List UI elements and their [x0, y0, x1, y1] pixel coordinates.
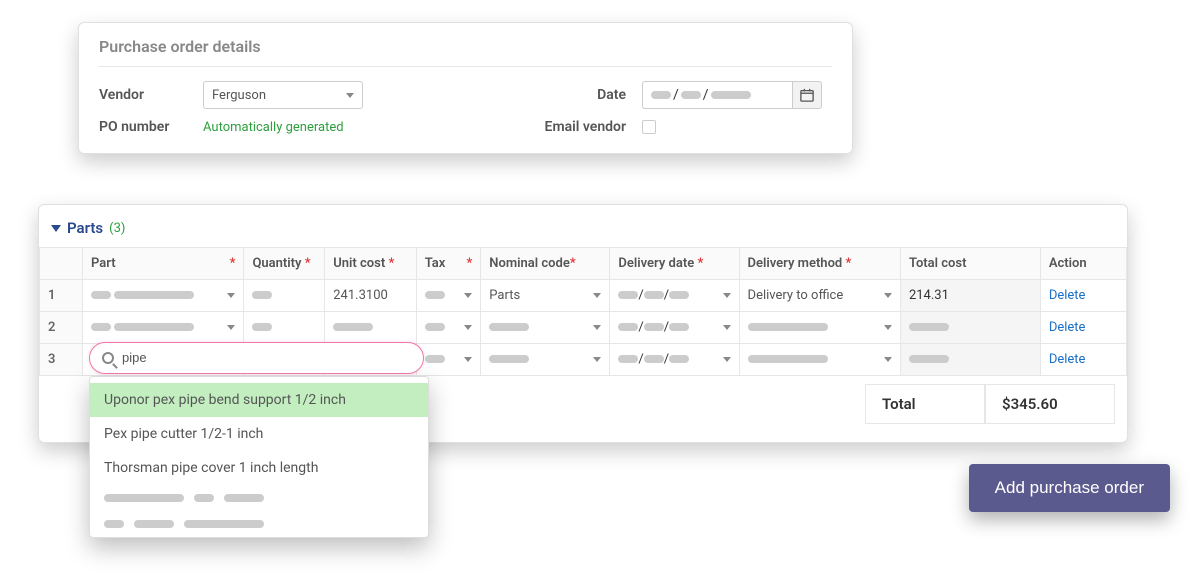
chevron-down-icon: [51, 225, 61, 232]
part-cell[interactable]: [83, 312, 244, 344]
chevron-down-icon: [723, 293, 731, 298]
nominal-cell[interactable]: [481, 312, 610, 344]
nominal-cell[interactable]: Parts: [481, 280, 610, 312]
th-total: Total cost: [909, 256, 967, 271]
row-number: 2: [40, 312, 83, 344]
th-nominal: Nominal code: [489, 256, 570, 271]
tax-cell[interactable]: [416, 280, 481, 312]
chevron-down-icon: [593, 293, 601, 298]
row-number: 1: [40, 280, 83, 312]
chevron-down-icon: [723, 357, 731, 362]
delete-link[interactable]: Delete: [1049, 320, 1086, 335]
vendor-label: Vendor: [99, 87, 203, 103]
chevron-down-icon: [227, 293, 235, 298]
dropdown-item[interactable]: Pex pipe cutter 1/2-1 inch: [90, 417, 428, 451]
delivery-date-cell[interactable]: //: [610, 280, 739, 312]
parts-card: Parts (3) Part * Quantity * Unit cost * …: [38, 204, 1128, 443]
divider: [99, 66, 832, 67]
qty-cell[interactable]: [244, 312, 325, 344]
delivery-method-cell[interactable]: [739, 344, 900, 376]
chevron-down-icon: [723, 325, 731, 330]
qty-cell[interactable]: [244, 280, 325, 312]
purchase-order-details-card: Purchase order details Vendor Ferguson D…: [78, 22, 853, 154]
delete-link[interactable]: Delete: [1049, 352, 1086, 367]
po-label: PO number: [99, 119, 203, 135]
calendar-icon: [800, 88, 814, 102]
tax-cell[interactable]: [416, 312, 481, 344]
search-icon: [102, 352, 114, 364]
dropdown-item[interactable]: Thorsman pipe cover 1 inch length: [90, 451, 428, 485]
dropdown-item[interactable]: Uponor pex pipe bend support 1/2 inch: [90, 383, 428, 417]
total-label: Total: [865, 384, 985, 424]
table-row: 2 // Delete: [40, 312, 1127, 344]
row-number: 3: [40, 344, 83, 376]
chevron-down-icon: [346, 93, 354, 98]
date-label: Date: [532, 87, 642, 103]
details-row-vendor: Vendor Ferguson Date / /: [99, 81, 832, 109]
nominal-cell[interactable]: [481, 344, 610, 376]
delivery-date-cell[interactable]: //: [610, 344, 739, 376]
th-delm: Delivery method: [748, 256, 843, 271]
date-picker-button[interactable]: [792, 81, 822, 109]
chevron-down-icon: [884, 357, 892, 362]
part-cell[interactable]: [83, 280, 244, 312]
part-search-field[interactable]: [89, 342, 424, 374]
chevron-down-icon: [464, 293, 472, 298]
parts-count: (3): [109, 221, 125, 236]
delete-link[interactable]: Delete: [1049, 288, 1086, 303]
table-header-row: Part * Quantity * Unit cost * Tax * Nomi…: [40, 248, 1127, 280]
total-value: $345.60: [985, 384, 1115, 424]
delivery-method-cell[interactable]: [739, 312, 900, 344]
th-qty: Quantity: [252, 256, 301, 271]
parts-table: Part * Quantity * Unit cost * Tax * Nomi…: [39, 247, 1127, 376]
details-title: Purchase order details: [99, 37, 832, 56]
tax-cell[interactable]: [416, 344, 481, 376]
total-cost-cell: [900, 344, 1040, 376]
th-unit: Unit cost: [333, 256, 385, 271]
total-cost-cell: 214.31: [900, 280, 1040, 312]
email-vendor-checkbox[interactable]: [642, 120, 656, 134]
delivery-method-cell[interactable]: Delivery to office: [739, 280, 900, 312]
unit-cost-cell[interactable]: [325, 312, 416, 344]
total-cost-cell: [900, 312, 1040, 344]
chevron-down-icon: [593, 357, 601, 362]
th-tax: Tax: [425, 256, 446, 271]
part-search-dropdown: Uponor pex pipe bend support 1/2 inch Pe…: [89, 376, 429, 538]
date-field[interactable]: / /: [642, 81, 792, 109]
part-cell[interactable]: Uponor pex pipe bend support 1/2 inch Pe…: [83, 344, 244, 376]
th-part: Part: [91, 256, 116, 271]
th-action: Action: [1049, 256, 1087, 271]
parts-title: Parts: [67, 219, 103, 237]
dropdown-item[interactable]: [90, 485, 428, 511]
dropdown-item[interactable]: [90, 511, 428, 537]
add-purchase-order-button[interactable]: Add purchase order: [969, 464, 1170, 512]
part-search-input[interactable]: [122, 350, 411, 365]
table-row: 1 241.3100 Parts // Delivery to office 2…: [40, 280, 1127, 312]
date-input-group: / /: [642, 81, 822, 109]
chevron-down-icon: [593, 325, 601, 330]
po-value: Automatically generated: [203, 120, 344, 135]
table-row: 3 Uponor pex pipe bend support 1/2 inch …: [40, 344, 1127, 376]
th-deld: Delivery date: [618, 256, 694, 271]
vendor-select[interactable]: Ferguson: [203, 81, 363, 109]
chevron-down-icon: [884, 325, 892, 330]
details-row-po: PO number Automatically generated Email …: [99, 119, 832, 135]
vendor-value: Ferguson: [212, 88, 266, 103]
chevron-down-icon: [464, 357, 472, 362]
delivery-date-cell[interactable]: //: [610, 312, 739, 344]
email-vendor-label: Email vendor: [532, 119, 642, 135]
chevron-down-icon: [464, 325, 472, 330]
parts-section-header[interactable]: Parts (3): [39, 219, 1127, 247]
chevron-down-icon: [884, 293, 892, 298]
chevron-down-icon: [227, 325, 235, 330]
unit-cost-cell[interactable]: 241.3100: [325, 280, 416, 312]
